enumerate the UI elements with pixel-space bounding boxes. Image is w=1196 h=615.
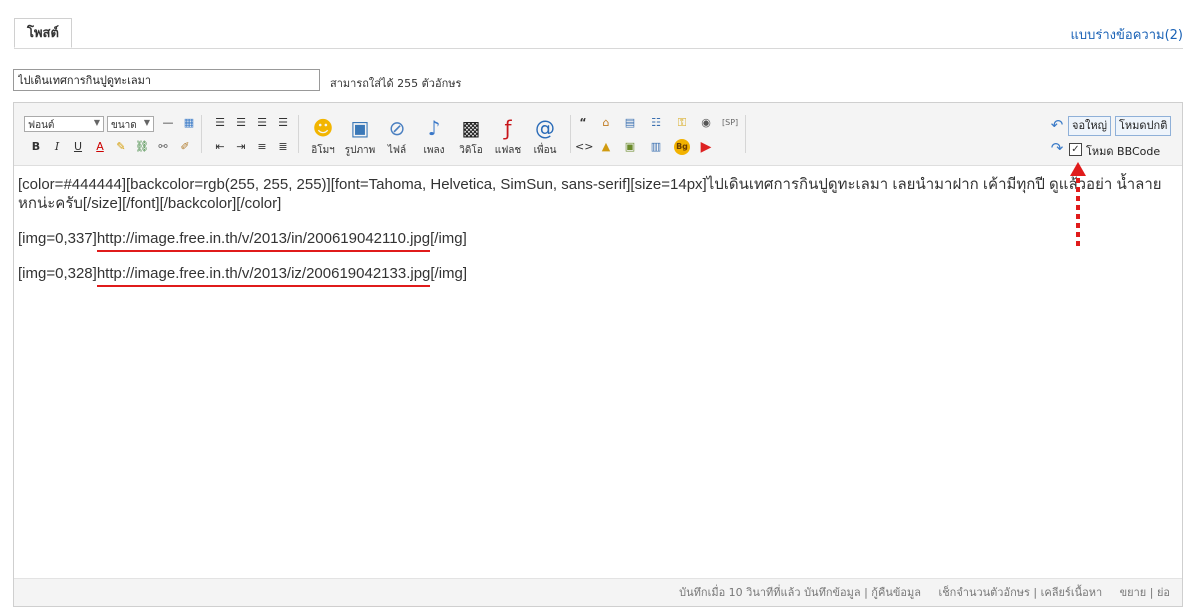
link-icon[interactable]: ⛓ [134,139,150,155]
content-img-line-1: [img=0,337]http://image.free.in.th/v/201… [18,229,1174,252]
sp-tag-button[interactable]: [SP] [722,118,738,127]
subject-input[interactable] [13,69,320,91]
img-tag-close: [/img] [430,265,468,282]
text-color-icon[interactable]: A [92,139,108,155]
normal-mode-button[interactable]: โหมดปกติ [1115,116,1172,136]
align-justify-icon[interactable]: ☰ [275,115,291,131]
code-block-icon[interactable]: ▤ [622,115,638,131]
flash-icon: ƒ [504,116,512,140]
subject-length-hint: สามารถใส่ได้ 255 ตัวอักษร [330,77,462,90]
content-line: [color=#444444][backcolor=rgb(255, 255, … [18,176,1162,212]
chevron-down-icon: ▼ [93,118,100,127]
outdent-icon[interactable]: ⇤ [212,139,228,155]
attach-file-button[interactable]: ⊘ ไฟล์ [380,115,414,158]
mention-friend-button[interactable]: @ เพื่อน [528,115,562,158]
img-tag-open: [img=0,328] [18,265,97,282]
youtube-icon[interactable]: ▶ [698,139,714,155]
content-img-line-2: [img=0,328]http://image.free.in.th/v/201… [18,264,1174,287]
tab-post[interactable]: โพสต์ [14,18,72,48]
spellcheck-icon[interactable]: ✎ [113,139,129,155]
flash-label: แฟลช [494,145,522,156]
unlink-icon[interactable]: ⚯ [155,139,171,155]
globe-icon[interactable]: ◉ [698,115,714,131]
annotation-arrow [1070,162,1086,246]
bbcode-mode-label: โหมด BBCode [1086,145,1161,158]
drafts-link[interactable]: แบบร่างข้อความ(2) [1071,24,1184,45]
smiley-icon: ☻ [312,116,334,140]
table-icon[interactable]: ▦ [181,115,197,131]
italic-button[interactable]: I [49,139,65,155]
music-label: เพลง [423,145,445,156]
music-note-icon: ♪ [427,116,441,140]
underline-button[interactable]: U [70,139,86,155]
align-right-icon[interactable]: ☰ [254,115,270,131]
background-color-button[interactable]: Bg [674,139,690,155]
arrow-head [1070,162,1086,176]
ordered-list-icon[interactable]: ≡ [254,139,270,155]
toolbar-divider [298,115,299,153]
bbcode-mode-checkbox[interactable]: ✓ [1069,143,1082,156]
save-data-link[interactable]: บันทึกข้อมูล [804,586,861,599]
font-select-value: ฟอนต์ [28,120,55,131]
undo-icon[interactable]: ↶ [1049,117,1065,133]
editor-toolbar: ฟอนต์ ▼ ขนาด ▼ — ▦ B I U A ✎ ⛓ ⚯ ✐ ☰ ☰ ☰… [14,103,1182,166]
key-icon[interactable]: ⚿ [674,115,690,131]
expand-link[interactable]: ขยาย [1120,586,1147,599]
image-url: http://image.free.in.th/v/2013/iz/200619… [96,265,431,287]
editor-status-bar: บันทึกเมื่อ 10 วินาทีที่แล้ว บันทึกข้อมู… [14,578,1182,606]
image-url: http://image.free.in.th/v/2013/in/200619… [96,230,431,252]
unordered-list-icon[interactable]: ≣ [275,139,291,155]
hidden-content-icon[interactable]: ▲ [598,139,614,155]
indent-icon[interactable]: ⇥ [233,139,249,155]
at-icon: @ [535,116,555,140]
font-select[interactable]: ฟอนต์ ▼ [24,116,104,132]
check-length-link[interactable]: เช็กจำนวนตัวอักษร [938,586,1029,599]
clear-content-link[interactable]: เคลียร์เนื้อหา [1041,586,1103,599]
horizontal-rule-icon[interactable]: — [160,115,176,131]
emoticon-label: อิโมฯ [311,145,335,156]
file-label: ไฟล์ [387,145,407,156]
redo-icon[interactable]: ↷ [1049,140,1065,156]
editor: ฟอนต์ ▼ ขนาด ▼ — ▦ B I U A ✎ ⛓ ⚯ ✐ ☰ ☰ ☰… [13,102,1183,607]
align-center-icon[interactable]: ☰ [233,115,249,131]
image-button[interactable]: ▣ รูปภาพ [343,115,377,158]
video-button[interactable]: ▩ วิดิโอ [454,115,488,158]
clear-format-icon[interactable]: ✐ [177,139,193,155]
editor-content[interactable]: [color=#444444][backcolor=rgb(255, 255, … [18,175,1174,299]
align-left-icon[interactable]: ☰ [212,115,228,131]
size-select[interactable]: ขนาด ▼ [107,116,154,132]
restore-data-link[interactable]: กู้คืนข้อมูล [871,586,921,599]
music-button[interactable]: ♪ เพลง [417,115,451,158]
autosave-status: บันทึกเมื่อ 10 วินาทีที่แล้ว [679,586,801,599]
image-icon: ▣ [350,116,370,140]
list-block-icon[interactable]: ☷ [648,115,664,131]
gallery-icon[interactable]: ▣ [622,139,638,155]
tab-bar: โพสต์ แบบร่างข้อความ(2) [14,18,1183,49]
image-label: รูปภาพ [344,145,376,156]
img-tag-close: [/img] [430,230,467,247]
paperclip-icon: ⊘ [388,116,406,140]
size-select-value: ขนาด [111,120,137,131]
html-code-icon[interactable]: <> [575,139,593,155]
toolbar-divider [201,115,202,153]
friend-label: เพื่อน [533,145,557,156]
columns-icon[interactable]: ▥ [648,139,664,155]
fullscreen-button[interactable]: จอใหญ่ [1068,116,1112,136]
video-label: วิดิโอ [459,145,483,156]
toolbar-divider [745,115,746,153]
lock-icon[interactable]: ⌂ [598,115,614,131]
toolbar-divider [570,115,571,153]
bold-button[interactable]: B [28,139,44,155]
emoticon-button[interactable]: ☻ อิโมฯ [306,115,340,158]
flash-button[interactable]: ƒ แฟลช [491,115,525,158]
chevron-down-icon: ▼ [143,118,150,127]
clapperboard-icon: ▩ [461,116,481,140]
shrink-link[interactable]: ย่อ [1157,586,1170,599]
img-tag-open: [img=0,337] [18,230,97,247]
quote-icon[interactable]: “ [575,115,591,131]
